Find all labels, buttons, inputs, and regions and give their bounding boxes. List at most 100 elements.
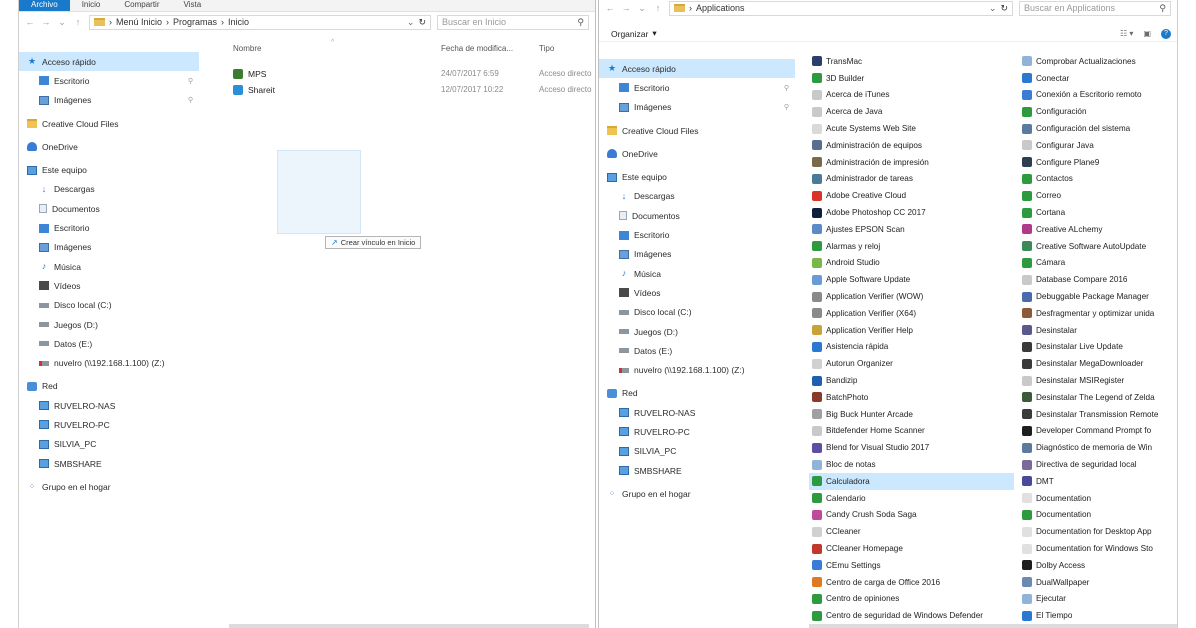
app-item[interactable]: Cámara: [1019, 255, 1177, 272]
nav-item[interactable]: OneDrive: [599, 144, 795, 163]
refresh-icon[interactable]: ↻: [1000, 3, 1008, 14]
app-item[interactable]: Comprobar Actualizaciones: [1019, 53, 1177, 70]
search-input[interactable]: Buscar en Applications ⚲: [1019, 0, 1171, 16]
app-item[interactable]: Acerca de iTunes: [809, 87, 1014, 104]
horizontal-scrollbar[interactable]: [229, 624, 589, 628]
app-item[interactable]: Conectar: [1019, 70, 1177, 87]
column-header-name[interactable]: Nombre: [233, 44, 261, 53]
app-item[interactable]: CCleaner: [809, 523, 1014, 540]
app-item[interactable]: Documentation for Windows Sto: [1019, 540, 1177, 557]
app-item[interactable]: Desinstalar Live Update: [1019, 339, 1177, 356]
nav-item[interactable]: Red: [599, 384, 795, 403]
nav-item[interactable]: Datos (E:): [599, 341, 795, 360]
back-arrow-icon[interactable]: ←: [25, 17, 35, 27]
app-item[interactable]: Desinstalar MSIRegister: [1019, 372, 1177, 389]
app-item[interactable]: TransMac: [809, 53, 1014, 70]
app-item[interactable]: Desinstalar MegaDownloader: [1019, 355, 1177, 372]
nav-item[interactable]: Este equipo: [599, 167, 795, 186]
chevron-down-icon[interactable]: ⌄: [989, 3, 997, 14]
forward-arrow-icon[interactable]: →: [621, 3, 631, 13]
app-item[interactable]: Directiva de seguridad local: [1019, 456, 1177, 473]
app-item[interactable]: Calendario: [809, 490, 1014, 507]
nav-item[interactable]: RUVELRO-NAS: [599, 403, 795, 422]
app-item[interactable]: Desinstalar Transmission Remote: [1019, 406, 1177, 423]
app-item[interactable]: El Tiempo: [1019, 607, 1177, 624]
nav-item[interactable]: Documentos: [599, 206, 795, 225]
app-item[interactable]: Creative Software AutoUpdate: [1019, 238, 1177, 255]
tab-vista[interactable]: Vista: [172, 0, 214, 11]
app-item[interactable]: Correo: [1019, 187, 1177, 204]
app-item[interactable]: Blend for Visual Studio 2017: [809, 439, 1014, 456]
app-item[interactable]: Bloc de notas: [809, 456, 1014, 473]
recent-chevron-icon[interactable]: ⌄: [57, 17, 67, 28]
app-item[interactable]: Documentation: [1019, 507, 1177, 524]
preview-pane-icon[interactable]: ▣: [1143, 29, 1151, 38]
nav-item[interactable]: Escritorio: [599, 225, 795, 244]
nav-item[interactable]: Imágenes ⚲: [599, 98, 795, 117]
app-item[interactable]: Bandizip: [809, 372, 1014, 389]
nav-item[interactable]: nuvelro (\\192.168.1.100) (Z:): [599, 360, 795, 379]
file-row[interactable]: Shareit 12/07/2017 10:22 Acceso directo: [233, 82, 593, 97]
breadcrumb-menu-inicio[interactable]: Menú Inicio: [116, 17, 162, 27]
app-item[interactable]: Acute Systems Web Site: [809, 120, 1014, 137]
help-icon[interactable]: ?: [1161, 28, 1171, 39]
app-item[interactable]: Configurar Java: [1019, 137, 1177, 154]
app-item[interactable]: Documentation: [1019, 490, 1177, 507]
app-item[interactable]: Developer Command Prompt fo: [1019, 423, 1177, 440]
app-item[interactable]: Big Buck Hunter Arcade: [809, 406, 1014, 423]
tab-archivo[interactable]: Archivo: [19, 0, 70, 11]
view-options-icon[interactable]: ☷ ▾: [1120, 29, 1133, 38]
app-item[interactable]: Contactos: [1019, 171, 1177, 188]
app-item[interactable]: Application Verifier (X64): [809, 305, 1014, 322]
column-header-type[interactable]: Tipo: [539, 44, 554, 53]
app-item[interactable]: Autorun Organizer: [809, 355, 1014, 372]
horizontal-scrollbar[interactable]: [809, 624, 1177, 628]
nav-item[interactable]: RUVELRO-PC: [599, 422, 795, 441]
path-box[interactable]: › Applications ⌄ ↻: [669, 0, 1013, 16]
nav-item[interactable]: ★ Acceso rápido: [599, 59, 795, 79]
app-item[interactable]: Desfragmentar y optimizar unida: [1019, 305, 1177, 322]
app-item[interactable]: Centro de carga de Office 2016: [809, 574, 1014, 591]
app-item[interactable]: Acerca de Java: [809, 103, 1014, 120]
app-item[interactable]: Cortana: [1019, 204, 1177, 221]
app-item[interactable]: Diagnóstico de memoria de Win: [1019, 439, 1177, 456]
app-item[interactable]: Dolby Access: [1019, 557, 1177, 574]
app-item[interactable]: Database Compare 2016: [1019, 271, 1177, 288]
nav-item[interactable]: Imágenes: [599, 245, 795, 264]
nav-item[interactable]: ♪ Música: [599, 264, 795, 283]
app-item[interactable]: Configuración del sistema: [1019, 120, 1177, 137]
app-item[interactable]: Administrador de tareas: [809, 171, 1014, 188]
app-item[interactable]: Adobe Photoshop CC 2017: [809, 204, 1014, 221]
app-item[interactable]: Configuración: [1019, 103, 1177, 120]
app-item[interactable]: Asistencia rápida: [809, 339, 1014, 356]
app-item[interactable]: BatchPhoto: [809, 389, 1014, 406]
file-row[interactable]: MPS 24/07/2017 6:59 Acceso directo: [233, 66, 593, 81]
app-item[interactable]: Administración de impresión: [809, 154, 1014, 171]
up-arrow-icon[interactable]: ↑: [73, 17, 83, 27]
app-item[interactable]: Candy Crush Soda Saga: [809, 507, 1014, 524]
app-item[interactable]: DualWallpaper: [1019, 574, 1177, 591]
breadcrumb-inicio[interactable]: Inicio: [228, 17, 249, 27]
app-item[interactable]: Debuggable Package Manager: [1019, 288, 1177, 305]
app-item[interactable]: Desinstalar: [1019, 322, 1177, 339]
nav-item[interactable]: SILVIA_PC: [599, 442, 795, 461]
app-item[interactable]: Ejecutar: [1019, 591, 1177, 608]
app-item[interactable]: Centro de seguridad de Windows Defender: [809, 607, 1014, 624]
back-arrow-icon[interactable]: ←: [605, 3, 615, 13]
app-item[interactable]: CCleaner Homepage: [809, 540, 1014, 557]
app-item[interactable]: Bitdefender Home Scanner: [809, 423, 1014, 440]
app-item[interactable]: CEmu Settings: [809, 557, 1014, 574]
nav-item[interactable]: Juegos (D:): [599, 322, 795, 341]
path-box[interactable]: › Menú Inicio › Programas › Inicio ⌄ ↻: [89, 14, 431, 30]
app-item[interactable]: Calculadora: [809, 472, 1014, 490]
refresh-icon[interactable]: ↻: [418, 17, 426, 28]
nav-item[interactable]: ↓ Descargas: [599, 187, 795, 206]
app-item[interactable]: Centro de opiniones: [809, 591, 1014, 608]
recent-chevron-icon[interactable]: ⌄: [637, 3, 647, 14]
app-item[interactable]: Creative ALchemy: [1019, 221, 1177, 238]
nav-item[interactable]: Disco local (C:): [599, 303, 795, 322]
tab-inicio[interactable]: Inicio: [70, 0, 113, 11]
chevron-down-icon[interactable]: ⌄: [407, 17, 415, 28]
column-header-date[interactable]: Fecha de modifica...: [441, 44, 513, 53]
app-item[interactable]: Adobe Creative Cloud: [809, 187, 1014, 204]
